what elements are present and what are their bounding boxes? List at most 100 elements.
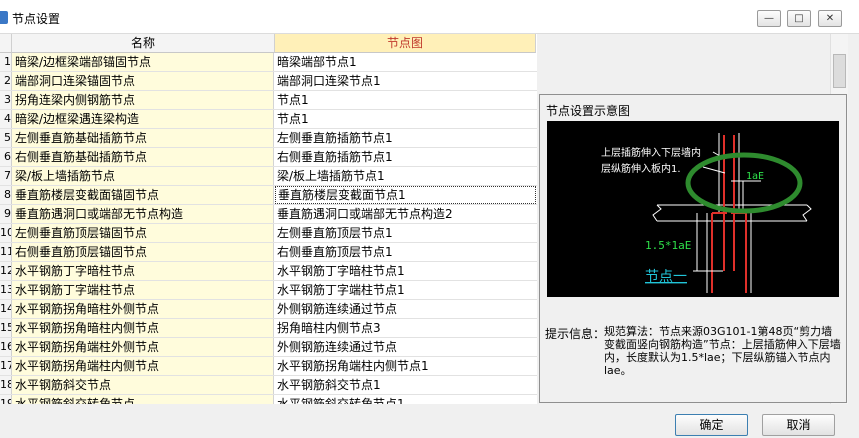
node-diagram-cell[interactable]: 梁/板上墙插筋节点1	[275, 167, 536, 185]
row-number: 12	[0, 262, 12, 280]
node-diagram-cell[interactable]: 水平钢筋斜交转角节点1	[275, 395, 536, 404]
title-bar: 节点设置 — □ ✕	[0, 0, 859, 34]
table-row[interactable]: 7 梁/板上墙插筋节点 梁/板上墙插筋节点1	[0, 167, 537, 186]
node-diagram-cell[interactable]: 外侧钢筋连续通过节点	[275, 338, 536, 356]
node-diagram-svg: 上层插筋伸入下层墙内 层纵筋伸入板内1. 1aE 1.5*1aE 节点一	[601, 133, 812, 293]
table-row[interactable]: 13水平钢筋丁字端柱节点水平钢筋丁字端柱节点1	[0, 281, 537, 300]
node-settings-table: 名称 节点图 1 暗梁/边框梁端部锚固节点 暗梁端部节点1 2 端部洞口连梁锚固节点 端部…	[0, 34, 537, 404]
table-row[interactable]: 17水平钢筋拐角端柱内侧节点水平钢筋拐角端柱内侧节点1	[0, 357, 537, 376]
table-row[interactable]: 1 暗梁/边框梁端部锚固节点 暗梁端部节点1	[0, 53, 537, 72]
row-number: 5	[0, 129, 12, 147]
row-number: 17	[0, 357, 12, 375]
ok-button[interactable]: 确定	[675, 414, 748, 436]
table-row[interactable]: 19水平钢筋斜交转角节点水平钢筋斜交转角节点1	[0, 395, 537, 404]
row-number: 7	[0, 167, 12, 185]
label-lower-bar: 层纵筋伸入板内1.	[601, 162, 681, 175]
table-row[interactable]: 16水平钢筋拐角端柱外侧节点外侧钢筋连续通过节点	[0, 338, 537, 357]
table-row[interactable]: 12水平钢筋丁字暗柱节点水平钢筋丁字暗柱节点1	[0, 262, 537, 281]
name-cell[interactable]: 水平钢筋丁字端柱节点	[12, 281, 274, 299]
row-number: 4	[0, 110, 12, 128]
name-cell[interactable]: 拐角连梁内侧钢筋节点	[12, 91, 274, 109]
table-row[interactable]: 2 端部洞口连梁锚固节点 端部洞口连梁节点1	[0, 72, 537, 91]
app-icon	[0, 11, 8, 24]
scrollbar-thumb[interactable]	[833, 54, 846, 88]
node-diagram-cell[interactable]: 水平钢筋斜交节点1	[275, 376, 536, 394]
node-diagram-cell[interactable]: 垂直筋楼层变截面节点1	[275, 186, 536, 204]
name-cell[interactable]: 水平钢筋斜交转角节点	[12, 395, 274, 404]
node-diagram-cell[interactable]: 节点1	[275, 91, 536, 109]
name-cell[interactable]: 左侧垂直筋顶层锚固节点	[12, 224, 274, 242]
close-button[interactable]: ✕	[818, 10, 842, 27]
node-diagram-cell[interactable]: 左侧垂直筋插筋节点1	[275, 129, 536, 147]
row-number: 3	[0, 91, 12, 109]
row-number: 1	[0, 53, 12, 71]
table-row[interactable]: 6 右侧垂直筋基础插筋节点 右侧垂直筋插筋节点1	[0, 148, 537, 167]
node-diagram-cell[interactable]: 节点1	[275, 110, 536, 128]
left-break-mark	[652, 204, 662, 222]
node-diagram-cell[interactable]: 拐角暗柱内侧节点3	[275, 319, 536, 337]
row-number: 15	[0, 319, 12, 337]
window-title: 节点设置	[12, 12, 61, 26]
column-header-name[interactable]: 名称	[12, 34, 275, 53]
right-break-mark	[802, 204, 812, 222]
right-pane: 节点设置示意图 上层插筋伸入下层墙内 层纵筋伸入板内1. 1aE 1.5*1aE…	[537, 34, 859, 404]
row-number: 2	[0, 72, 12, 90]
row-number: 18	[0, 376, 12, 394]
node-diagram-cell[interactable]: 暗梁端部节点1	[275, 53, 536, 71]
name-cell[interactable]: 垂直筋遇洞口或端部无节点构造	[12, 205, 274, 223]
name-cell[interactable]: 水平钢筋拐角端柱外侧节点	[12, 338, 274, 356]
node-diagram-cell[interactable]: 端部洞口连梁节点1	[275, 72, 536, 90]
node-diagram-cell[interactable]: 水平钢筋拐角端柱内侧节点1	[275, 357, 536, 375]
table-row[interactable]: 9 垂直筋遇洞口或端部无节点构造 垂直筋遇洞口或端部无节点构造2	[0, 205, 537, 224]
table-row[interactable]: 3 拐角连梁内侧钢筋节点 节点1	[0, 91, 537, 110]
name-cell[interactable]: 水平钢筋拐角暗柱内侧节点	[12, 319, 274, 337]
hint-text: 规范算法：节点来源03G101-1第48页“剪力墙变截面竖向钢筋构造”节点：上层…	[604, 325, 841, 377]
table-row[interactable]: 15水平钢筋拐角暗柱内侧节点拐角暗柱内侧节点3	[0, 319, 537, 338]
name-cell[interactable]: 暗梁/边框梁遇连梁构造	[12, 110, 274, 128]
leader-line-2	[702, 166, 726, 174]
name-cell[interactable]: 水平钢筋拐角暗柱外侧节点	[12, 300, 274, 318]
node-diagram: 上层插筋伸入下层墙内 层纵筋伸入板内1. 1aE 1.5*1aE 节点一	[547, 121, 839, 297]
column-header-node-diagram[interactable]: 节点图	[275, 34, 536, 53]
node-diagram-cell[interactable]: 垂直筋遇洞口或端部无节点构造2	[275, 205, 536, 223]
name-cell[interactable]: 暗梁/边框梁端部锚固节点	[12, 53, 274, 71]
label-upper-dowel: 上层插筋伸入下层墙内	[601, 146, 701, 159]
table-row[interactable]: 10左侧垂直筋顶层锚固节点左侧垂直筋顶层节点1	[0, 224, 537, 243]
cancel-button[interactable]: 取消	[762, 414, 835, 436]
node-preview-panel: 节点设置示意图 上层插筋伸入下层墙内 层纵筋伸入板内1. 1aE 1.5*1aE…	[539, 94, 847, 403]
table-row[interactable]: 5 左侧垂直筋基础插筋节点 左侧垂直筋插筋节点1	[0, 129, 537, 148]
highlight-circle	[685, 152, 803, 214]
name-cell[interactable]: 水平钢筋斜交节点	[12, 376, 274, 394]
name-cell[interactable]: 右侧垂直筋基础插筋节点	[12, 148, 274, 166]
diagram-caption: 节点一	[645, 269, 687, 285]
row-number: 13	[0, 281, 12, 299]
name-cell[interactable]: 梁/板上墙插筋节点	[12, 167, 274, 185]
name-cell[interactable]: 水平钢筋拐角端柱内侧节点	[12, 357, 274, 375]
row-number: 6	[0, 148, 12, 166]
preview-title: 节点设置示意图	[546, 104, 631, 118]
table-row[interactable]: 4 暗梁/边框梁遇连梁构造 节点1	[0, 110, 537, 129]
row-number: 11	[0, 243, 12, 261]
table-row[interactable]: 18水平钢筋斜交节点水平钢筋斜交节点1	[0, 376, 537, 395]
node-diagram-cell[interactable]: 水平钢筋丁字端柱节点1	[275, 281, 536, 299]
name-cell[interactable]: 右侧垂直筋顶层锚固节点	[12, 243, 274, 261]
row-number: 19	[0, 395, 12, 404]
name-cell[interactable]: 垂直筋楼层变截面锚固节点	[12, 186, 274, 204]
minimize-button[interactable]: —	[757, 10, 781, 27]
node-diagram-cell[interactable]: 右侧垂直筋插筋节点1	[275, 148, 536, 166]
name-cell[interactable]: 端部洞口连梁锚固节点	[12, 72, 274, 90]
dim-label-lae: 1aE	[746, 171, 764, 182]
row-number-header	[0, 34, 12, 53]
name-cell[interactable]: 左侧垂直筋基础插筋节点	[12, 129, 274, 147]
node-diagram-cell[interactable]: 右侧垂直筋顶层节点1	[275, 243, 536, 261]
node-diagram-cell[interactable]: 外侧钢筋连续通过节点	[275, 300, 536, 318]
row-number: 8	[0, 186, 12, 204]
node-diagram-cell[interactable]: 左侧垂直筋顶层节点1	[275, 224, 536, 242]
name-cell[interactable]: 水平钢筋丁字暗柱节点	[12, 262, 274, 280]
node-diagram-cell[interactable]: 水平钢筋丁字暗柱节点1	[275, 262, 536, 280]
maximize-button[interactable]: □	[787, 10, 811, 27]
table-row[interactable]: 11右侧垂直筋顶层锚固节点右侧垂直筋顶层节点1	[0, 243, 537, 262]
row-number: 9	[0, 205, 12, 223]
table-row[interactable]: 14水平钢筋拐角暗柱外侧节点外侧钢筋连续通过节点	[0, 300, 537, 319]
table-row[interactable]: 8 垂直筋楼层变截面锚固节点 垂直筋楼层变截面节点1	[0, 186, 537, 205]
